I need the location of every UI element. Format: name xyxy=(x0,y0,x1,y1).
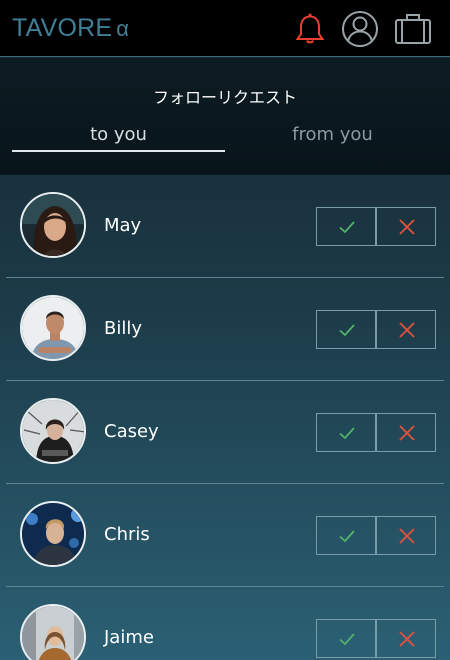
active-tab-indicator xyxy=(12,150,225,152)
tab-to-you[interactable]: to you xyxy=(12,124,225,150)
top-bar: TAVORE α xyxy=(0,0,450,57)
briefcase-button[interactable] xyxy=(393,9,433,49)
x-icon xyxy=(399,219,415,235)
reject-button[interactable] xyxy=(376,516,436,555)
requester-name: Chris xyxy=(104,524,150,545)
reject-button[interactable] xyxy=(376,413,436,452)
avatar xyxy=(20,501,86,567)
briefcase-icon xyxy=(395,14,431,44)
x-icon xyxy=(399,631,415,647)
page-header: フォローリクエスト to you from you xyxy=(0,58,450,175)
reject-button[interactable] xyxy=(376,207,436,246)
accept-button[interactable] xyxy=(316,516,376,555)
page-title: フォローリクエスト xyxy=(152,88,297,107)
avatar xyxy=(20,295,86,361)
brand-name: TAVORE xyxy=(12,14,113,42)
x-icon xyxy=(399,528,415,544)
check-icon xyxy=(339,633,355,646)
check-icon xyxy=(339,427,355,440)
tab-from-you[interactable]: from you xyxy=(226,124,439,150)
notifications-button[interactable] xyxy=(290,9,330,49)
avatar xyxy=(20,604,86,660)
requester-name: May xyxy=(104,215,142,236)
x-icon xyxy=(399,425,415,441)
x-icon xyxy=(399,322,415,338)
list-item: May xyxy=(6,175,444,278)
accept-button[interactable] xyxy=(316,413,376,452)
brand-suffix: α xyxy=(116,16,130,41)
list-item: Jaime xyxy=(6,587,444,660)
avatar xyxy=(20,398,86,464)
requester-name: Jaime xyxy=(104,627,154,648)
accept-button[interactable] xyxy=(316,310,376,349)
list-item: Chris xyxy=(6,484,444,587)
requester-name: Billy xyxy=(104,318,143,339)
accept-button[interactable] xyxy=(316,207,376,246)
check-icon xyxy=(339,324,355,337)
check-icon xyxy=(339,530,355,543)
requester-name: Casey xyxy=(104,421,159,442)
user-icon xyxy=(342,11,378,47)
app-logo[interactable]: TAVORE α xyxy=(12,14,129,43)
reject-button[interactable] xyxy=(376,310,436,349)
reject-button[interactable] xyxy=(376,619,436,658)
bell-icon xyxy=(295,13,325,44)
profile-button[interactable] xyxy=(340,9,380,49)
list-item: Billy xyxy=(6,278,444,381)
accept-button[interactable] xyxy=(316,619,376,658)
list-item: Casey xyxy=(6,381,444,484)
avatar xyxy=(20,192,86,258)
check-icon xyxy=(339,221,355,234)
